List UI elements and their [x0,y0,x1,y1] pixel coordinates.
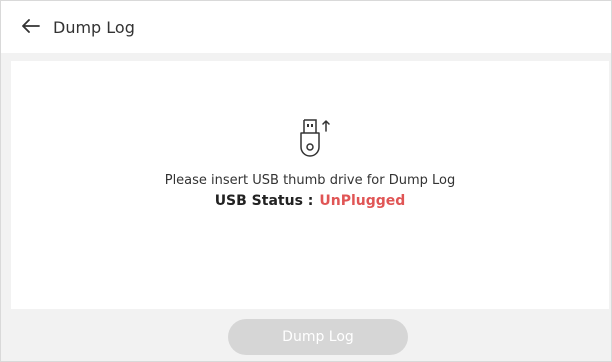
main-panel: Please insert USB thumb drive for Dump L… [11,61,609,309]
header-bar: Dump Log [1,1,611,53]
usb-status-line: USB Status : UnPlugged [11,193,609,209]
usb-thumb-drive-icon [299,117,339,161]
back-button[interactable] [13,9,49,45]
back-arrow-icon [22,18,40,37]
insert-usb-message: Please insert USB thumb drive for Dump L… [164,173,456,188]
dump-log-screen: Dump Log Please insert USB thumb drive f… [0,0,612,362]
usb-status-value: UnPlugged [319,193,406,209]
dump-log-button[interactable]: Dump Log [228,319,408,355]
footer-bar: Dump Log [1,311,611,361]
usb-status-label: USB Status : [214,193,314,209]
page-title: Dump Log [53,17,135,37]
